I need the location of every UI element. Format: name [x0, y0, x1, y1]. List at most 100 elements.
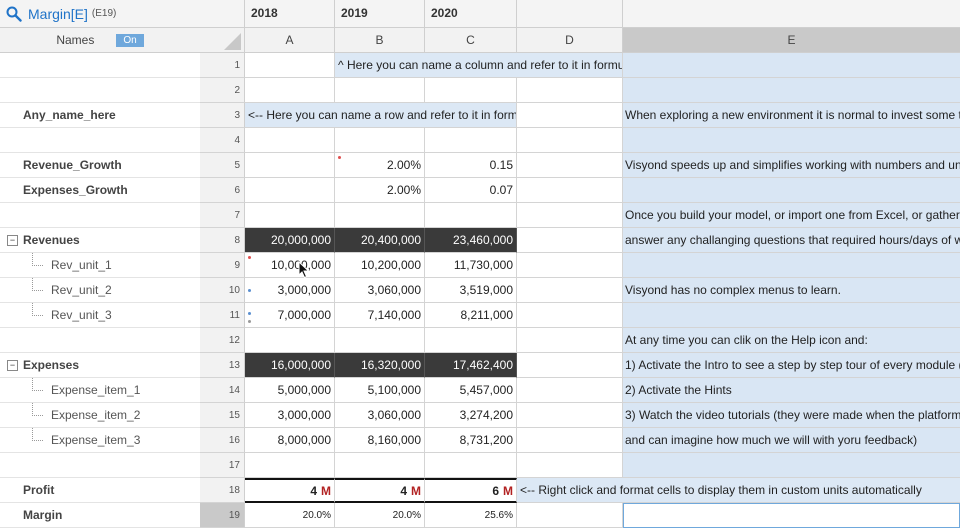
cell-b6[interactable]: 2.00%	[335, 178, 425, 203]
cell-c19[interactable]: 25.6%	[425, 503, 517, 528]
cell-link-dot[interactable]	[247, 288, 252, 293]
row-number-15[interactable]: 15	[200, 403, 245, 428]
cell-b11[interactable]: 7,140,000	[335, 303, 425, 328]
row-number-2[interactable]: 2	[200, 78, 245, 103]
select-all-corner[interactable]	[200, 28, 245, 53]
row-number-18[interactable]: 18	[200, 478, 245, 503]
cell-b8[interactable]: 20,400,000	[335, 228, 425, 253]
row-number-9[interactable]: 9	[200, 253, 245, 278]
row-name-15[interactable]: Expense_item_2	[0, 402, 200, 428]
row-name-17[interactable]	[0, 453, 200, 478]
cell-a1[interactable]	[245, 53, 335, 78]
cell-a18[interactable]: 4M	[245, 478, 335, 503]
cell-c7[interactable]	[425, 203, 517, 228]
cell-e15[interactable]: 3) Watch the video tutorials (they were …	[623, 403, 960, 428]
cell-b19[interactable]: 20.0%	[335, 503, 425, 528]
row-name-5[interactable]: Revenue_Growth	[0, 153, 200, 178]
cell-a14[interactable]: 5,000,000	[245, 378, 335, 403]
cell-b4[interactable]	[335, 128, 425, 153]
cell-d8[interactable]	[517, 228, 623, 253]
row-number-1[interactable]: 1	[200, 53, 245, 78]
row-number-16[interactable]: 16	[200, 428, 245, 453]
cell-comment-dot[interactable]	[337, 155, 342, 160]
cell-e7[interactable]: Once you build your model, or import one…	[623, 203, 960, 228]
cell-a12[interactable]	[245, 328, 335, 353]
cell-a8[interactable]: 20,000,000	[245, 228, 335, 253]
row-name-19[interactable]: Margin	[0, 503, 200, 528]
cell-d13[interactable]	[517, 353, 623, 378]
cell-e4[interactable]	[623, 128, 960, 153]
cell-a19[interactable]: 20.0%	[245, 503, 335, 528]
row-number-3[interactable]: 3	[200, 103, 245, 128]
cell-d5[interactable]	[517, 153, 623, 178]
cell-c10[interactable]: 3,519,000	[425, 278, 517, 303]
cell-e1[interactable]	[623, 53, 960, 78]
row-number-4[interactable]: 4	[200, 128, 245, 153]
cell-e19[interactable]	[623, 503, 960, 528]
row-number-11[interactable]: 11	[200, 303, 245, 328]
row-name-2[interactable]	[0, 78, 200, 103]
cell-c16[interactable]: 8,731,200	[425, 428, 517, 453]
column-header-b[interactable]: B	[335, 28, 425, 53]
cell-b12[interactable]	[335, 328, 425, 353]
row-number-19[interactable]: 19	[200, 503, 245, 528]
cell-b14[interactable]: 5,100,000	[335, 378, 425, 403]
cell-e8[interactable]: answer any challanging questions that re…	[623, 228, 960, 253]
cell-e10[interactable]: Visyond has no complex menus to learn.	[623, 278, 960, 303]
column-header-a[interactable]: A	[245, 28, 335, 53]
cell-a4[interactable]	[245, 128, 335, 153]
row-number-12[interactable]: 12	[200, 328, 245, 353]
collapse-icon[interactable]: −	[7, 359, 18, 371]
cell-e14[interactable]: 2) Activate the Hints	[623, 378, 960, 403]
cell-comment-dot[interactable]	[247, 255, 252, 260]
cell-b17[interactable]	[335, 453, 425, 478]
cell-a17[interactable]	[245, 453, 335, 478]
row-name-7[interactable]	[0, 203, 200, 228]
row-name-13[interactable]: − Expenses	[0, 353, 200, 378]
cell-c6[interactable]: 0.07	[425, 178, 517, 203]
cell-c9[interactable]: 11,730,000	[425, 253, 517, 278]
row-name-18[interactable]: Profit	[0, 478, 200, 503]
column-header-e[interactable]: E	[623, 28, 960, 53]
cell-c13[interactable]: 17,462,400	[425, 353, 517, 378]
row-number-14[interactable]: 14	[200, 378, 245, 403]
cell-e2[interactable]	[623, 78, 960, 103]
cell-a9[interactable]: 10,000,000	[245, 253, 335, 278]
cell-b13[interactable]: 16,320,000	[335, 353, 425, 378]
cell-d14[interactable]	[517, 378, 623, 403]
cell-link-dot[interactable]	[247, 311, 252, 316]
cell-b16[interactable]: 8,160,000	[335, 428, 425, 453]
cell-d2[interactable]	[517, 78, 623, 103]
row-number-8[interactable]: 8	[200, 228, 245, 253]
cell-e3[interactable]: When exploring a new environment it is n…	[623, 103, 960, 128]
row-name-6[interactable]: Expenses_Growth	[0, 178, 200, 203]
row-name-3[interactable]: Any_name_here	[0, 103, 200, 128]
cell-a7[interactable]	[245, 203, 335, 228]
row-number-13[interactable]: 13	[200, 353, 245, 378]
cell-e12[interactable]: At any time you can clik on the Help ico…	[623, 328, 960, 353]
cell-c11[interactable]: 8,211,000	[425, 303, 517, 328]
column-header-d[interactable]: D	[517, 28, 623, 53]
cell-a16[interactable]: 8,000,000	[245, 428, 335, 453]
cell-b7[interactable]	[335, 203, 425, 228]
cell-e16[interactable]: and can imagine how much we will with yo…	[623, 428, 960, 453]
search-icon[interactable]	[6, 6, 22, 22]
cell-c4[interactable]	[425, 128, 517, 153]
cell-a13[interactable]: 16,000,000	[245, 353, 335, 378]
cell-c17[interactable]	[425, 453, 517, 478]
row-number-7[interactable]: 7	[200, 203, 245, 228]
cell-b15[interactable]: 3,060,000	[335, 403, 425, 428]
cell-d10[interactable]	[517, 278, 623, 303]
cell-c8[interactable]: 23,460,000	[425, 228, 517, 253]
cell-d15[interactable]	[517, 403, 623, 428]
row-number-10[interactable]: 10	[200, 278, 245, 303]
cell-d17[interactable]	[517, 453, 623, 478]
row-number-17[interactable]: 17	[200, 453, 245, 478]
cell-d4[interactable]	[517, 128, 623, 153]
row-number-6[interactable]: 6	[200, 178, 245, 203]
cell-d19[interactable]	[517, 503, 623, 528]
row-name-10[interactable]: Rev_unit_2	[0, 277, 200, 303]
cell-c18[interactable]: 6M	[425, 478, 517, 503]
row-name-8[interactable]: − Revenues	[0, 228, 200, 253]
cell-d7[interactable]	[517, 203, 623, 228]
